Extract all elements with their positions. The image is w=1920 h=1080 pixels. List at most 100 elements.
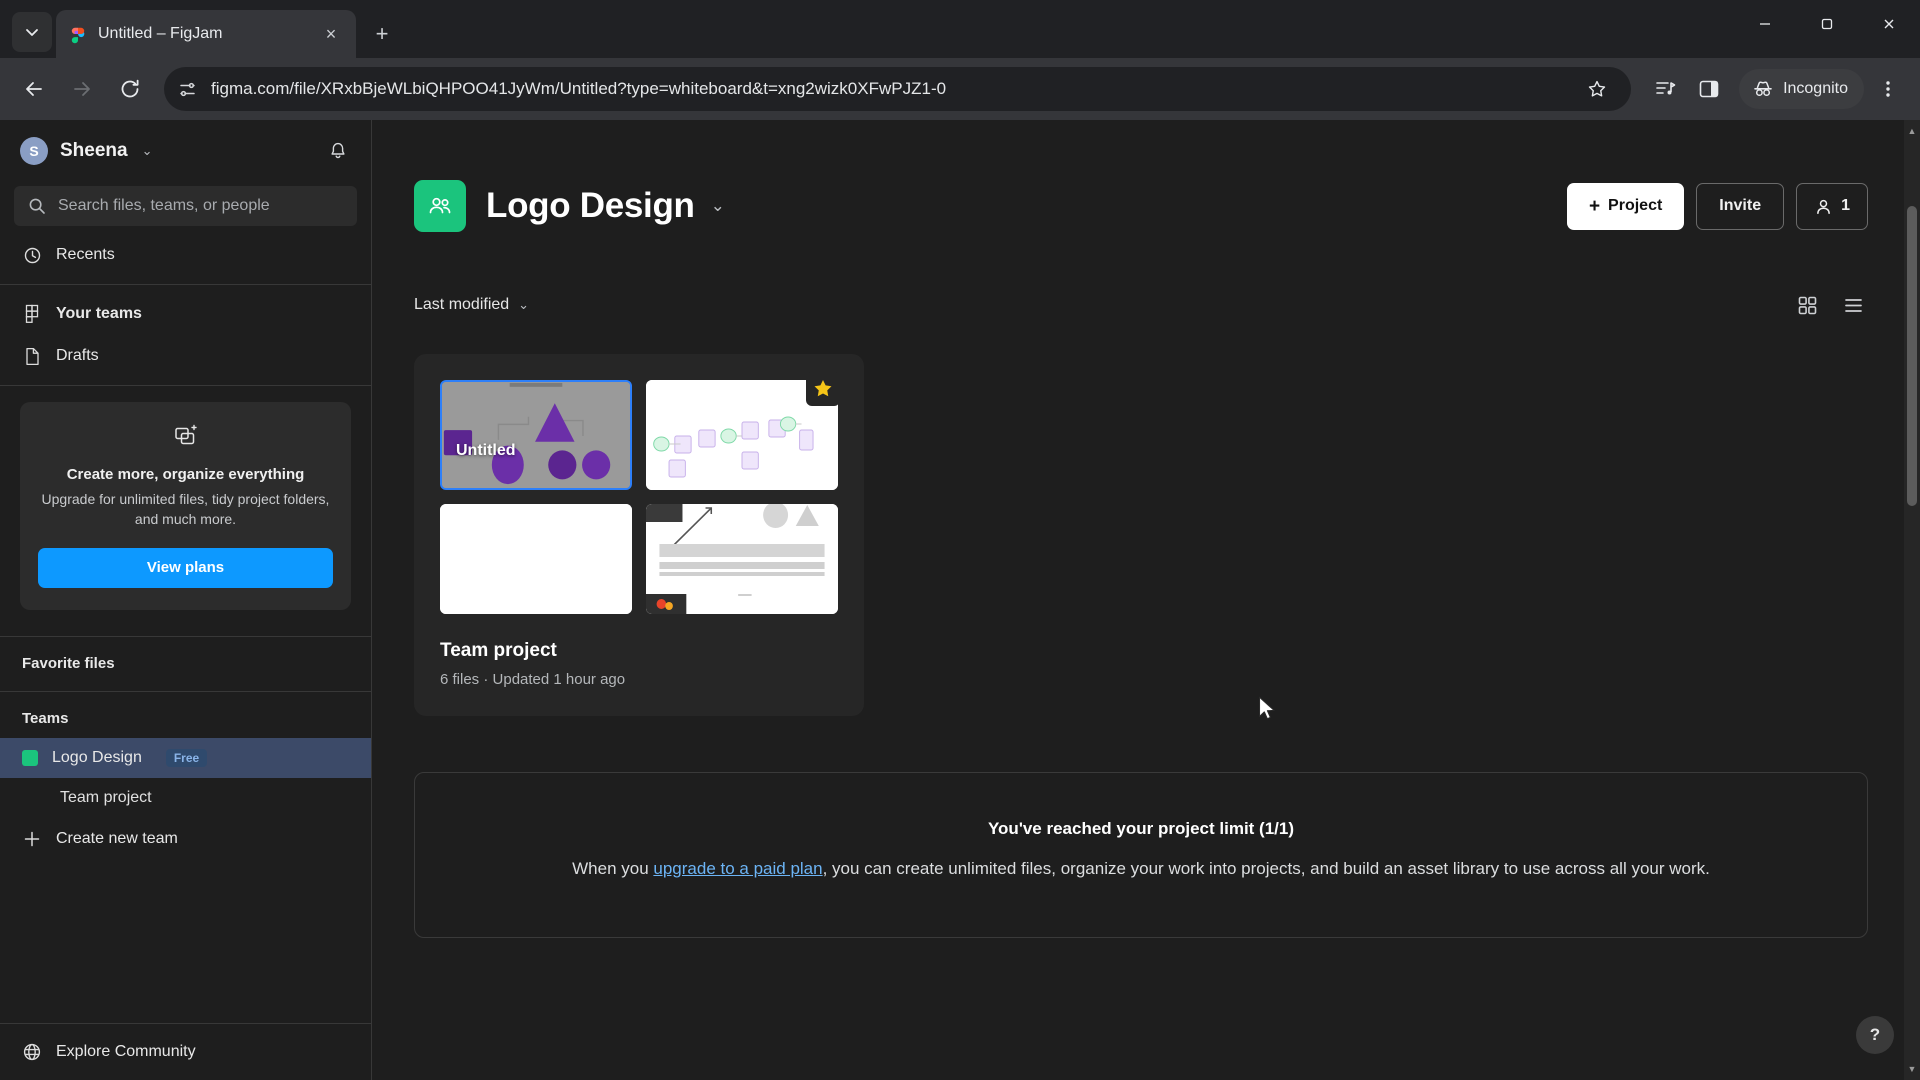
reload-icon bbox=[119, 78, 141, 100]
incognito-label: Incognito bbox=[1783, 80, 1848, 98]
upgrade-subtitle: Upgrade for unlimited files, tidy projec… bbox=[38, 490, 333, 530]
scrollbar-thumb[interactable] bbox=[1907, 206, 1917, 506]
divider bbox=[0, 691, 371, 692]
people-icon bbox=[414, 180, 466, 232]
divider bbox=[0, 636, 371, 637]
thumbnail-preview bbox=[442, 382, 630, 488]
star-filled-icon bbox=[812, 378, 834, 400]
back-button[interactable] bbox=[12, 67, 56, 111]
globe-icon bbox=[22, 1042, 42, 1062]
list-view-icon[interactable] bbox=[1838, 290, 1868, 320]
incognito-icon bbox=[1751, 77, 1775, 101]
file-thumbnail-4[interactable] bbox=[646, 504, 838, 614]
favorite-files-title: Favorite files bbox=[0, 645, 371, 683]
browser-toolbar: figma.com/file/XRxbBjeWLbiQHPOO41JyWm/Un… bbox=[0, 58, 1920, 120]
add-project-label: Project bbox=[1608, 197, 1662, 215]
close-window-button[interactable] bbox=[1858, 0, 1920, 48]
clock-icon bbox=[22, 245, 42, 265]
sort-dropdown[interactable]: Last modified ⌄ bbox=[414, 296, 529, 314]
page-scrollbar[interactable]: ▲ ▼ bbox=[1904, 120, 1920, 1080]
tab-search-button[interactable] bbox=[12, 12, 52, 52]
sidebar-item-team-project[interactable]: Team project bbox=[0, 778, 371, 818]
scroll-down-arrow[interactable]: ▼ bbox=[1904, 1060, 1920, 1078]
user-name: Sheena bbox=[60, 140, 128, 162]
forward-button[interactable] bbox=[60, 67, 104, 111]
close-icon bbox=[1882, 17, 1896, 31]
arrow-left-icon bbox=[23, 78, 45, 100]
file-thumbnail-untitled[interactable]: Untitled bbox=[440, 380, 632, 490]
person-icon bbox=[1814, 197, 1833, 216]
sidebar: S Sheena ⌄ bbox=[0, 120, 372, 1080]
site-settings-icon[interactable] bbox=[178, 80, 197, 99]
tab-strip: Untitled – FigJam × + bbox=[0, 0, 1920, 58]
upgrade-link[interactable]: upgrade to a paid plan bbox=[653, 859, 822, 878]
chevron-down-icon: ⌄ bbox=[518, 297, 529, 313]
main-content: Logo Design ⌄ + Project Invite bbox=[372, 120, 1920, 1080]
search-input-wrapper[interactable] bbox=[14, 186, 357, 226]
new-tab-button[interactable]: + bbox=[364, 16, 400, 52]
bell-icon[interactable] bbox=[325, 138, 351, 164]
account-switcher[interactable]: S Sheena ⌄ bbox=[0, 120, 371, 182]
explore-community-label: Explore Community bbox=[56, 1043, 196, 1061]
scroll-up-arrow[interactable]: ▲ bbox=[1904, 122, 1920, 140]
divider bbox=[0, 284, 371, 285]
plus-icon bbox=[22, 829, 42, 849]
sidebar-item-logo-design[interactable]: Logo Design Free bbox=[0, 738, 371, 778]
sidebar-item-drafts[interactable]: Drafts bbox=[0, 335, 371, 377]
browser-tab[interactable]: Untitled – FigJam × bbox=[56, 10, 356, 58]
three-dot-menu-icon[interactable] bbox=[1868, 69, 1908, 109]
url-text: figma.com/file/XRxbBjeWLbiQHPOO41JyWm/Un… bbox=[211, 79, 1563, 99]
sort-label: Last modified bbox=[414, 296, 509, 314]
search-input[interactable] bbox=[58, 197, 343, 215]
add-project-button[interactable]: + Project bbox=[1567, 183, 1684, 230]
members-count: 1 bbox=[1841, 197, 1850, 215]
thumbnail-preview bbox=[440, 504, 632, 614]
favorite-star-badge[interactable] bbox=[806, 372, 840, 406]
address-bar[interactable]: figma.com/file/XRxbBjeWLbiQHPOO41JyWm/Un… bbox=[164, 67, 1631, 111]
limit-body: When you upgrade to a paid plan, you can… bbox=[445, 851, 1837, 887]
sidebar-subitem-label: Team project bbox=[60, 789, 152, 807]
members-button[interactable]: 1 bbox=[1796, 183, 1868, 230]
thumbnail-grid: Untitled bbox=[440, 380, 838, 614]
sidebar-item-label: Your teams bbox=[56, 305, 142, 323]
plan-badge: Free bbox=[166, 749, 207, 767]
thumbnail-preview bbox=[646, 504, 838, 614]
sidebar-item-label: Drafts bbox=[56, 347, 99, 365]
figma-teams-icon bbox=[22, 304, 42, 324]
side-panel-icon[interactable] bbox=[1689, 69, 1729, 109]
upgrade-title: Create more, organize everything bbox=[38, 466, 333, 483]
sidebar-item-explore-community[interactable]: Explore Community bbox=[0, 1024, 371, 1080]
maximize-button[interactable] bbox=[1796, 0, 1858, 48]
project-card[interactable]: Untitled bbox=[414, 354, 864, 716]
limit-title: You've reached your project limit (1/1) bbox=[445, 819, 1837, 839]
plus-icon: + bbox=[1589, 197, 1600, 216]
window-controls bbox=[1734, 0, 1920, 48]
sidebar-item-your-teams[interactable]: Your teams bbox=[0, 293, 371, 335]
maximize-icon bbox=[1820, 17, 1834, 31]
close-icon[interactable]: × bbox=[318, 21, 344, 47]
limit-body-after: , you can create unlimited files, organi… bbox=[823, 859, 1710, 878]
file-thumbnail-3[interactable] bbox=[440, 504, 632, 614]
grid-view-icon[interactable] bbox=[1792, 290, 1822, 320]
team-color-swatch bbox=[22, 750, 38, 766]
incognito-indicator[interactable]: Incognito bbox=[1739, 69, 1864, 109]
view-plans-button[interactable]: View plans bbox=[38, 548, 333, 588]
minimize-button[interactable] bbox=[1734, 0, 1796, 48]
sidebar-footer: Explore Community bbox=[0, 1023, 371, 1080]
invite-button[interactable]: Invite bbox=[1696, 183, 1784, 230]
search-icon bbox=[28, 197, 46, 215]
bookmark-star-icon[interactable] bbox=[1577, 69, 1617, 109]
sidebar-item-recents[interactable]: Recents bbox=[0, 234, 371, 276]
upgrade-card: Create more, organize everything Upgrade… bbox=[20, 402, 351, 610]
help-button[interactable]: ? bbox=[1856, 1016, 1894, 1054]
tab-title: Untitled – FigJam bbox=[98, 25, 308, 43]
project-limit-banner: You've reached your project limit (1/1) … bbox=[414, 772, 1868, 938]
create-team-label: Create new team bbox=[56, 830, 178, 848]
extensions-icon[interactable] bbox=[1645, 69, 1685, 109]
project-header: Logo Design ⌄ + Project Invite bbox=[414, 120, 1868, 232]
reload-button[interactable] bbox=[108, 67, 152, 111]
sidebar-item-label: Recents bbox=[56, 246, 115, 264]
create-new-team-button[interactable]: Create new team bbox=[0, 818, 371, 860]
chevron-down-icon[interactable]: ⌄ bbox=[711, 196, 725, 216]
view-toggles bbox=[1792, 290, 1868, 320]
